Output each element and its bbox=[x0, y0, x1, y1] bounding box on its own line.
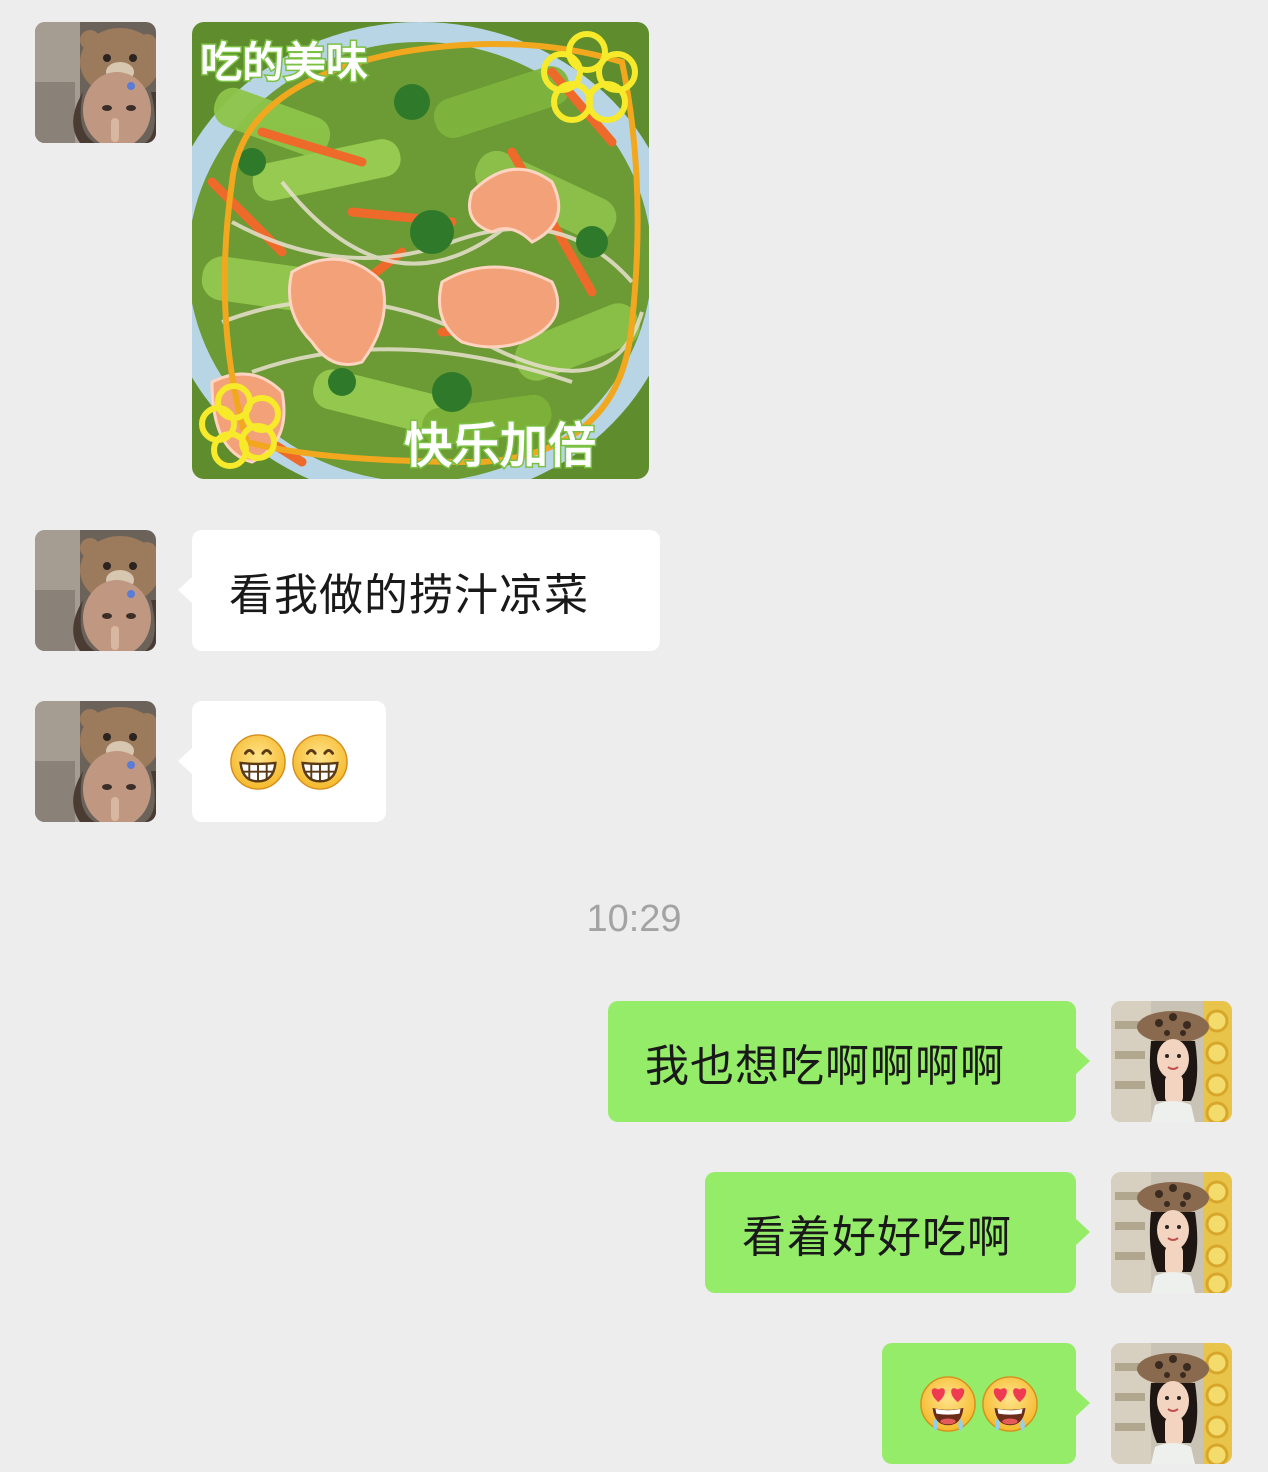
outgoing-text-bubble[interactable]: 看着好好吃啊 bbox=[705, 1172, 1090, 1293]
incoming-text-bubble[interactable]: 看我做的捞汁凉菜 bbox=[178, 530, 660, 651]
message-text: 我也想吃啊啊啊啊 bbox=[645, 1040, 1005, 1092]
emoji-row bbox=[919, 1375, 1039, 1433]
photo-caption-bottom: 快乐加倍 bbox=[404, 418, 596, 474]
shared-food-photo[interactable]: 吃的美味 快乐加倍 bbox=[192, 22, 649, 479]
contact-avatar[interactable] bbox=[35, 701, 156, 822]
contact-avatar[interactable] bbox=[35, 530, 156, 651]
outgoing-text-bubble[interactable]: 我也想吃啊啊啊啊 bbox=[608, 1001, 1090, 1122]
emoji-row bbox=[229, 733, 349, 791]
grinning-face-emoji-icon bbox=[229, 733, 287, 791]
outgoing-emoji-bubble[interactable] bbox=[882, 1343, 1090, 1464]
heart-eyes-emoji-icon bbox=[919, 1375, 977, 1433]
grinning-face-emoji-icon bbox=[291, 733, 349, 791]
photo-caption-top: 吃的美味 bbox=[200, 38, 368, 87]
message-text: 看着好好吃啊 bbox=[742, 1211, 1012, 1263]
my-avatar[interactable] bbox=[1111, 1172, 1232, 1293]
message-timestamp: 10:29 bbox=[586, 898, 682, 940]
my-avatar[interactable] bbox=[1111, 1001, 1232, 1122]
message-text: 看我做的捞汁凉菜 bbox=[229, 569, 589, 621]
my-avatar[interactable] bbox=[1111, 1343, 1232, 1464]
heart-eyes-emoji-icon bbox=[981, 1375, 1039, 1433]
contact-avatar[interactable] bbox=[35, 22, 156, 143]
incoming-emoji-bubble[interactable] bbox=[178, 701, 386, 822]
